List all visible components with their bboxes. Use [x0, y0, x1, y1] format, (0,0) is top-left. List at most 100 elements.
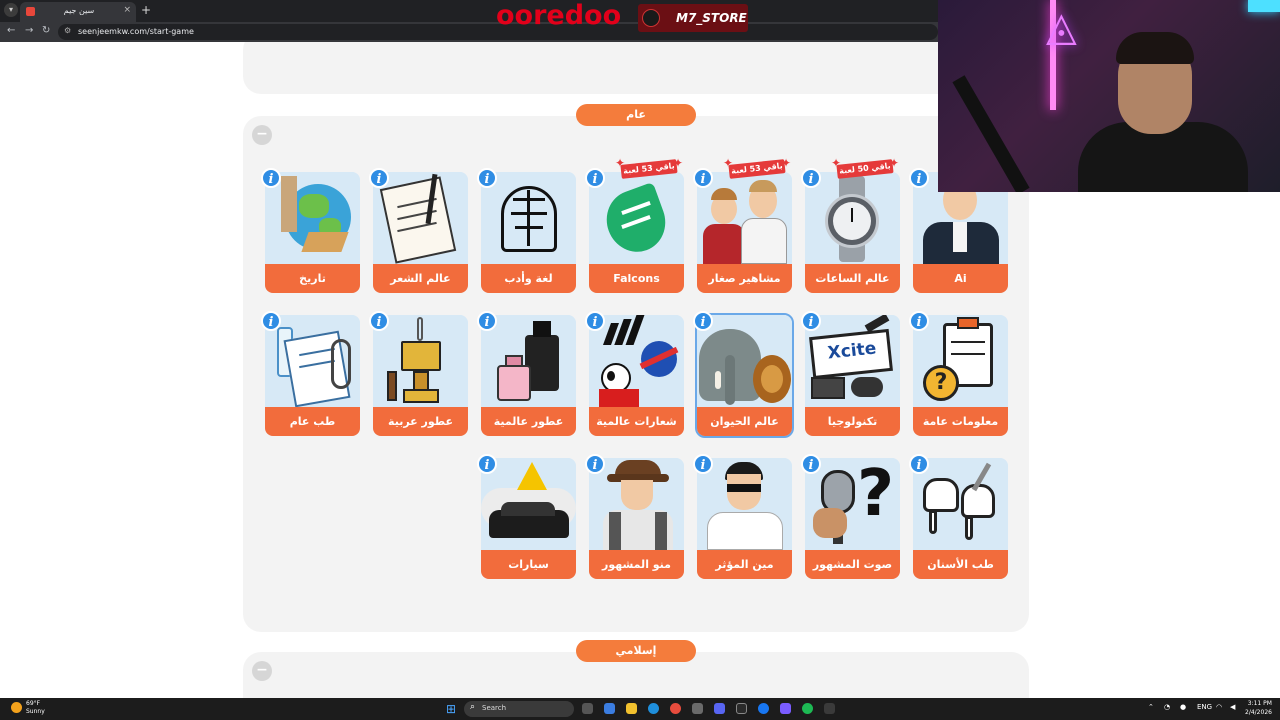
- card-label: صوت المشهور: [805, 550, 900, 579]
- info-icon[interactable]: i: [909, 311, 929, 331]
- category-card-influencer[interactable]: i مين المؤثر: [693, 454, 792, 579]
- reload-icon[interactable]: ↻: [42, 25, 50, 36]
- url-text: seenjeemkw.com/start-game: [78, 27, 194, 36]
- card-label: سيارات: [481, 550, 576, 579]
- weather-condition: Sunny: [26, 708, 45, 715]
- facebook-icon[interactable]: [758, 703, 769, 714]
- info-icon[interactable]: i: [909, 454, 929, 474]
- network-icon[interactable]: ◔: [1164, 703, 1170, 711]
- browser-tab[interactable]: سين جيم ×: [20, 2, 136, 22]
- category-card-global-logos[interactable]: i شعارات عالمية: [585, 311, 684, 436]
- edge-icon[interactable]: [648, 703, 659, 714]
- weather-widget[interactable]: 69°F Sunny: [26, 700, 45, 716]
- poetry-art-icon: [373, 172, 468, 264]
- category-card-poetry[interactable]: i عالم الشعر: [369, 168, 468, 293]
- info-icon[interactable]: i: [909, 168, 929, 188]
- terminal-icon[interactable]: [824, 703, 835, 714]
- logos-art-icon: [589, 315, 684, 407]
- influencer-icon: [697, 458, 792, 550]
- clock-time: 3:11 PM: [1247, 700, 1272, 707]
- info-icon[interactable]: i: [585, 168, 605, 188]
- info-icon[interactable]: i: [801, 454, 821, 474]
- card-label: عالم الحيوان: [697, 407, 792, 436]
- tab-close-icon[interactable]: ×: [123, 5, 131, 15]
- forward-icon[interactable]: →: [25, 25, 33, 36]
- category-card-arabic-perfume[interactable]: i عطور عربية: [369, 311, 468, 436]
- info-icon[interactable]: i: [801, 311, 821, 331]
- young-celebs-art-icon: [697, 172, 792, 264]
- webcam-overlay: ◬: [938, 0, 1280, 192]
- spotify-icon[interactable]: [802, 703, 813, 714]
- discord-icon[interactable]: [714, 703, 725, 714]
- wifi-icon[interactable]: ◠: [1216, 703, 1222, 711]
- falcons-logo-icon: [589, 172, 684, 264]
- badge-star-icon: ✦: [673, 156, 684, 170]
- category-card-young-celebs[interactable]: i ✦ باقي 53 لعبة ✦ مشاهير صغار: [693, 157, 792, 293]
- category-card-language[interactable]: i لغة وأدب: [477, 168, 576, 293]
- volume-icon[interactable]: ◀: [1230, 703, 1235, 711]
- site-info-icon[interactable]: ⚙: [64, 26, 71, 35]
- weather-sun-icon[interactable]: [11, 702, 22, 713]
- info-icon[interactable]: i: [477, 454, 497, 474]
- info-icon[interactable]: i: [261, 311, 281, 331]
- weather-temp: 69°F: [26, 700, 41, 707]
- site-favicon-icon: [26, 7, 35, 16]
- category-card-cars[interactable]: i سيارات: [477, 454, 576, 579]
- microphone-question-icon: ?: [805, 458, 900, 550]
- store-icon[interactable]: [692, 703, 703, 714]
- info-icon[interactable]: i: [693, 454, 713, 474]
- category-card-general-knowledge[interactable]: ? i معلومات عامة: [909, 311, 1008, 436]
- category-card-watches[interactable]: i ✦ باقي 50 لعبة ✦ عالم الساعات: [801, 157, 900, 293]
- history-art-icon: [265, 172, 360, 264]
- clock-date: 2/4/2026: [1245, 709, 1272, 716]
- car-art-icon: [481, 458, 576, 550]
- info-icon[interactable]: i: [585, 311, 605, 331]
- info-icon[interactable]: i: [693, 168, 713, 188]
- tab-list-button[interactable]: ▾: [4, 3, 18, 17]
- badge-star-icon: ✦: [889, 156, 900, 170]
- file-explorer-icon[interactable]: [626, 703, 637, 714]
- badge-text: باقي 50 لعبة: [836, 159, 894, 179]
- info-icon[interactable]: i: [477, 311, 497, 331]
- category-card-technology[interactable]: Xcite i تكنولوجيا: [801, 311, 900, 436]
- tab-title: سين جيم: [63, 6, 95, 15]
- tooth-icon: [913, 458, 1008, 550]
- info-icon[interactable]: i: [693, 311, 713, 331]
- taskbar-search[interactable]: ⌕ Search: [464, 701, 574, 717]
- task-view-icon[interactable]: [582, 703, 593, 714]
- app-icon[interactable]: [604, 703, 615, 714]
- category-card-history[interactable]: i تاريخ: [261, 168, 360, 293]
- app-icon[interactable]: [780, 703, 791, 714]
- tray-chevron-icon[interactable]: ⌃: [1148, 703, 1154, 711]
- info-icon[interactable]: i: [369, 168, 389, 188]
- info-icon[interactable]: i: [801, 168, 821, 188]
- collapse-islamic-button[interactable]: −: [252, 661, 272, 681]
- collapse-general-button[interactable]: −: [252, 125, 272, 145]
- card-label: طب عام: [265, 407, 360, 436]
- card-label: Falcons: [589, 264, 684, 293]
- app-icon[interactable]: [736, 703, 747, 714]
- category-card-celeb-voice[interactable]: ? i صوت المشهور: [801, 454, 900, 579]
- neon-sign-icon: ◬: [1046, 4, 1077, 50]
- mic-icon[interactable]: ●: [1180, 703, 1186, 711]
- category-card-dentistry[interactable]: i طب الأسنان: [909, 454, 1008, 579]
- new-tab-button[interactable]: +: [141, 3, 151, 17]
- info-icon[interactable]: i: [477, 168, 497, 188]
- category-card-falcons[interactable]: i ✦ باقي 53 لعبة ✦ Falcons: [585, 157, 684, 293]
- back-icon[interactable]: ←: [7, 25, 15, 36]
- chrome-icon[interactable]: [670, 703, 681, 714]
- card-label: عطور عالمية: [481, 407, 576, 436]
- calligraphy-art-icon: [481, 172, 576, 264]
- category-card-animal-world[interactable]: i عالم الحيوان: [693, 311, 794, 438]
- ooredoo-logo: ooredoo: [496, 0, 622, 31]
- system-clock[interactable]: 3:11 PM 2/4/2026: [1245, 699, 1272, 717]
- language-indicator[interactable]: ENG: [1197, 703, 1212, 711]
- category-card-general-medicine[interactable]: i طب عام: [261, 311, 360, 436]
- info-icon[interactable]: i: [261, 168, 281, 188]
- info-icon[interactable]: i: [585, 454, 605, 474]
- start-button-icon[interactable]: ⊞: [446, 702, 456, 716]
- section-title-general: عام: [576, 104, 696, 126]
- category-card-global-perfume[interactable]: i عطور عالمية: [477, 311, 576, 436]
- info-icon[interactable]: i: [369, 311, 389, 331]
- category-card-who-famous[interactable]: i منو المشهور: [585, 454, 684, 579]
